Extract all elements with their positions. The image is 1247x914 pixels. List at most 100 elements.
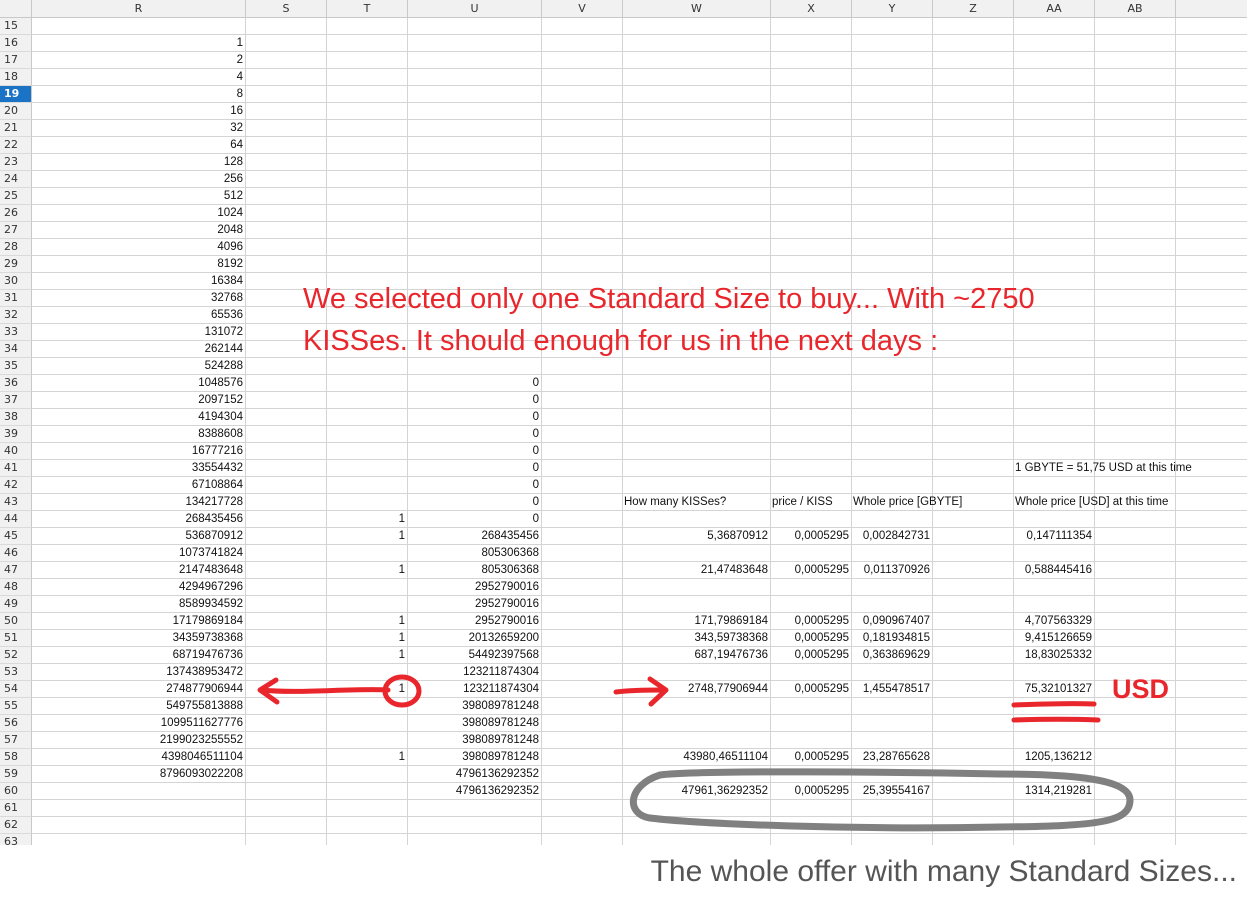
cell-r32[interactable]: 65536 bbox=[32, 307, 243, 324]
row-header-27[interactable]: 27 bbox=[0, 222, 32, 239]
cell-r59[interactable]: 8796093022208 bbox=[32, 766, 243, 783]
cell-r49[interactable]: 8589934592 bbox=[32, 596, 243, 613]
cell-t50[interactable]: 1 bbox=[327, 613, 405, 630]
cell-r27[interactable]: 2048 bbox=[32, 222, 243, 239]
cell-r58[interactable]: 4398046511104 bbox=[32, 749, 243, 766]
cell-r43[interactable]: 134217728 bbox=[32, 494, 243, 511]
cell-u60[interactable]: 4796136292352 bbox=[408, 783, 539, 800]
row-header-22[interactable]: 22 bbox=[0, 137, 32, 154]
cell-u43[interactable]: 0 bbox=[408, 494, 539, 511]
row-header-42[interactable]: 42 bbox=[0, 477, 32, 494]
column-header-y[interactable]: Y bbox=[852, 0, 933, 18]
row-header-40[interactable]: 40 bbox=[0, 443, 32, 460]
cell-r52[interactable]: 68719476736 bbox=[32, 647, 243, 664]
cell-r57[interactable]: 2199023255552 bbox=[32, 732, 243, 749]
row-header-45[interactable]: 45 bbox=[0, 528, 32, 545]
cell-r54[interactable]: 274877906944 bbox=[32, 681, 243, 698]
row-header-63[interactable]: 63 bbox=[0, 834, 32, 845]
cell-r18[interactable]: 4 bbox=[32, 69, 243, 86]
cell-r16[interactable]: 1 bbox=[32, 35, 243, 52]
column-header-v[interactable]: V bbox=[542, 0, 623, 18]
row-header-61[interactable]: 61 bbox=[0, 800, 32, 817]
cell-r44[interactable]: 268435456 bbox=[32, 511, 243, 528]
cell-r29[interactable]: 8192 bbox=[32, 256, 243, 273]
cell-x51[interactable]: 0,0005295 bbox=[771, 630, 849, 647]
column-header-ab[interactable]: AB bbox=[1095, 0, 1176, 18]
cell-u46[interactable]: 805306368 bbox=[408, 545, 539, 562]
cell-w51[interactable]: 343,59738368 bbox=[623, 630, 768, 647]
cell-r25[interactable]: 512 bbox=[32, 188, 243, 205]
row-header-26[interactable]: 26 bbox=[0, 205, 32, 222]
cell-t44[interactable]: 1 bbox=[327, 511, 405, 528]
cell-y45[interactable]: 0,002842731 bbox=[852, 528, 930, 545]
cell-y60[interactable]: 25,39554167 bbox=[852, 783, 930, 800]
cell-u59[interactable]: 4796136292352 bbox=[408, 766, 539, 783]
cell-r45[interactable]: 536870912 bbox=[32, 528, 243, 545]
column-header-w[interactable]: W bbox=[623, 0, 771, 18]
cell-r24[interactable]: 256 bbox=[32, 171, 243, 188]
cell-r48[interactable]: 4294967296 bbox=[32, 579, 243, 596]
row-header-51[interactable]: 51 bbox=[0, 630, 32, 647]
row-header-44[interactable]: 44 bbox=[0, 511, 32, 528]
cell-x47[interactable]: 0,0005295 bbox=[771, 562, 849, 579]
row-header-18[interactable]: 18 bbox=[0, 69, 32, 86]
cell-x43-label[interactable]: price / KISS bbox=[772, 494, 833, 511]
column-header-r[interactable]: R bbox=[32, 0, 246, 18]
cell-u56[interactable]: 398089781248 bbox=[408, 715, 539, 732]
row-header-17[interactable]: 17 bbox=[0, 52, 32, 69]
column-header-u[interactable]: U bbox=[408, 0, 542, 18]
cell-y58[interactable]: 23,28765628 bbox=[852, 749, 930, 766]
cell-y52[interactable]: 0,363869629 bbox=[852, 647, 930, 664]
cell-t52[interactable]: 1 bbox=[327, 647, 405, 664]
cell-u37[interactable]: 0 bbox=[408, 392, 539, 409]
cell-u41[interactable]: 0 bbox=[408, 460, 539, 477]
cell-r41[interactable]: 33554432 bbox=[32, 460, 243, 477]
cell-x54[interactable]: 0,0005295 bbox=[771, 681, 849, 698]
row-header-30[interactable]: 30 bbox=[0, 273, 32, 290]
row-header-15[interactable]: 15 bbox=[0, 18, 32, 35]
cell-aa60[interactable]: 1314,219281 bbox=[1014, 783, 1092, 800]
cell-r51[interactable]: 34359738368 bbox=[32, 630, 243, 647]
cell-t58[interactable]: 1 bbox=[327, 749, 405, 766]
row-header-49[interactable]: 49 bbox=[0, 596, 32, 613]
cell-r53[interactable]: 137438953472 bbox=[32, 664, 243, 681]
cell-r37[interactable]: 2097152 bbox=[32, 392, 243, 409]
row-header-34[interactable]: 34 bbox=[0, 341, 32, 358]
cell-r56[interactable]: 1099511627776 bbox=[32, 715, 243, 732]
row-header-53[interactable]: 53 bbox=[0, 664, 32, 681]
cell-w43-label[interactable]: How many KISSes? bbox=[624, 494, 726, 511]
cell-x52[interactable]: 0,0005295 bbox=[771, 647, 849, 664]
cell-r26[interactable]: 1024 bbox=[32, 205, 243, 222]
row-header-43[interactable]: 43 bbox=[0, 494, 32, 511]
cell-aa52[interactable]: 18,83025332 bbox=[1014, 647, 1092, 664]
cell-u51[interactable]: 20132659200 bbox=[408, 630, 539, 647]
cell-aa41-label[interactable]: 1 GBYTE = 51,75 USD at this time bbox=[1015, 460, 1192, 477]
row-header-19[interactable]: 19 bbox=[0, 86, 32, 103]
cell-r38[interactable]: 4194304 bbox=[32, 409, 243, 426]
row-header-60[interactable]: 60 bbox=[0, 783, 32, 800]
cell-r19[interactable]: 8 bbox=[32, 86, 243, 103]
cell-w52[interactable]: 687,19476736 bbox=[623, 647, 768, 664]
row-header-46[interactable]: 46 bbox=[0, 545, 32, 562]
cell-u39[interactable]: 0 bbox=[408, 426, 539, 443]
cell-aa47[interactable]: 0,588445416 bbox=[1014, 562, 1092, 579]
cell-w50[interactable]: 171,79869184 bbox=[623, 613, 768, 630]
cell-u42[interactable]: 0 bbox=[408, 477, 539, 494]
cell-y47[interactable]: 0,011370926 bbox=[852, 562, 930, 579]
row-header-24[interactable]: 24 bbox=[0, 171, 32, 188]
cell-r36[interactable]: 1048576 bbox=[32, 375, 243, 392]
row-header-58[interactable]: 58 bbox=[0, 749, 32, 766]
cell-r21[interactable]: 32 bbox=[32, 120, 243, 137]
cell-r28[interactable]: 4096 bbox=[32, 239, 243, 256]
cell-u45[interactable]: 268435456 bbox=[408, 528, 539, 545]
cell-y54[interactable]: 1,455478517 bbox=[852, 681, 930, 698]
row-header-50[interactable]: 50 bbox=[0, 613, 32, 630]
row-header-35[interactable]: 35 bbox=[0, 358, 32, 375]
cell-y50[interactable]: 0,090967407 bbox=[852, 613, 930, 630]
column-header-t[interactable]: T bbox=[327, 0, 408, 18]
cell-x60[interactable]: 0,0005295 bbox=[771, 783, 849, 800]
cell-r23[interactable]: 128 bbox=[32, 154, 243, 171]
cell-r30[interactable]: 16384 bbox=[32, 273, 243, 290]
row-header-54[interactable]: 54 bbox=[0, 681, 32, 698]
cell-aa58[interactable]: 1205,136212 bbox=[1014, 749, 1092, 766]
